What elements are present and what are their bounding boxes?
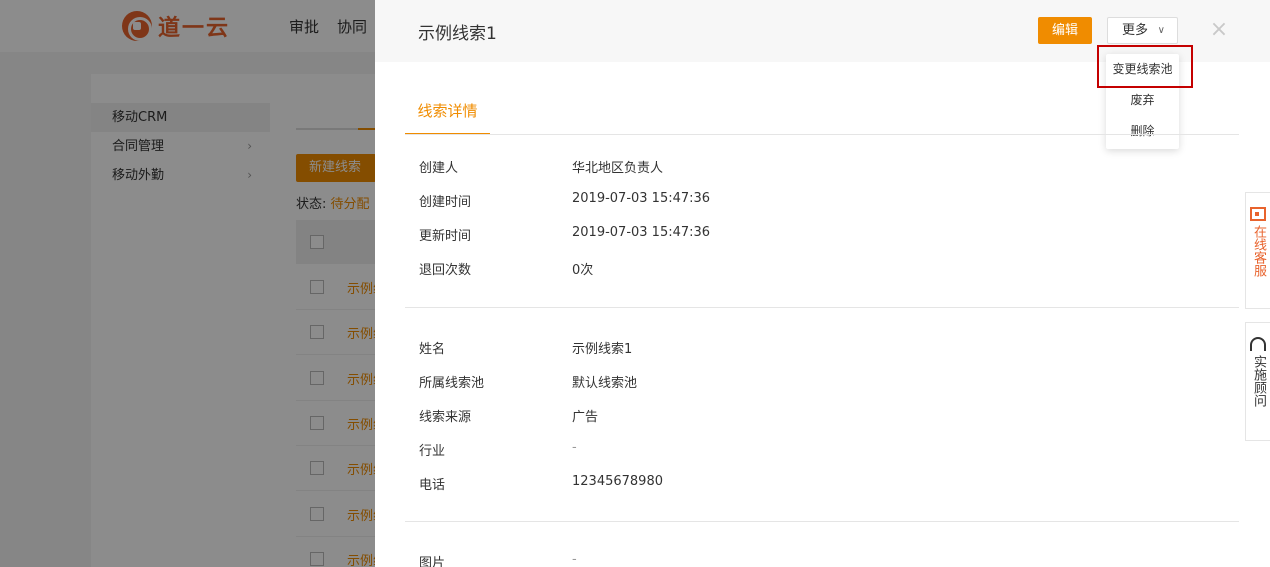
field-label: 所属线索池 xyxy=(419,376,485,391)
field-value: - xyxy=(572,552,577,567)
lead-detail-drawer: 示例线索1 编辑 更多 ∨ × 变更线索池 废弃 删除 线索详情 创建人 华北地… xyxy=(375,0,1270,567)
field-value: 2019-07-03 15:47:36 xyxy=(572,191,711,206)
field-value: 华北地区负责人 xyxy=(572,161,664,176)
menu-item-delete[interactable]: 删除 xyxy=(1106,116,1179,147)
field-value: 2019-07-03 15:47:36 xyxy=(572,225,711,240)
section-divider xyxy=(405,307,1239,308)
close-icon[interactable]: × xyxy=(1209,16,1229,44)
qr-code-icon xyxy=(1250,207,1266,221)
section-divider xyxy=(405,521,1239,522)
field-value: 广告 xyxy=(572,410,599,425)
field-value: 示例线索1 xyxy=(572,342,633,357)
chevron-down-icon: ∨ xyxy=(1157,25,1165,36)
tab-divider xyxy=(405,134,1239,135)
field-label: 电话 xyxy=(419,478,446,493)
field-value: 0次 xyxy=(572,263,594,278)
highlight-box xyxy=(1097,45,1193,88)
consultant-widget[interactable]: 实施顾问 xyxy=(1245,322,1270,441)
tab-lead-details[interactable]: 线索详情 xyxy=(405,92,490,135)
online-service-widget[interactable]: 在线客服 xyxy=(1245,192,1270,309)
field-label: 行业 xyxy=(419,444,446,459)
more-button-label: 更多 xyxy=(1122,23,1149,38)
field-value: 12345678980 xyxy=(572,474,663,489)
headphones-icon xyxy=(1250,337,1266,351)
consultant-label: 实施顾问 xyxy=(1251,355,1266,407)
field-value: - xyxy=(572,440,577,455)
more-button[interactable]: 更多 ∨ xyxy=(1107,17,1178,44)
field-label: 创建时间 xyxy=(419,195,472,210)
menu-item-discard[interactable]: 废弃 xyxy=(1106,85,1179,116)
field-label: 创建人 xyxy=(419,161,459,176)
field-value: 默认线索池 xyxy=(572,376,638,391)
field-label: 姓名 xyxy=(419,342,446,357)
edit-button[interactable]: 编辑 xyxy=(1038,17,1092,44)
field-label: 更新时间 xyxy=(419,229,472,244)
online-service-label: 在线客服 xyxy=(1251,225,1266,277)
field-label: 图片 xyxy=(419,556,446,567)
field-label: 线索来源 xyxy=(419,410,472,425)
drawer-title: 示例线索1 xyxy=(418,24,497,44)
field-label: 退回次数 xyxy=(419,263,472,278)
